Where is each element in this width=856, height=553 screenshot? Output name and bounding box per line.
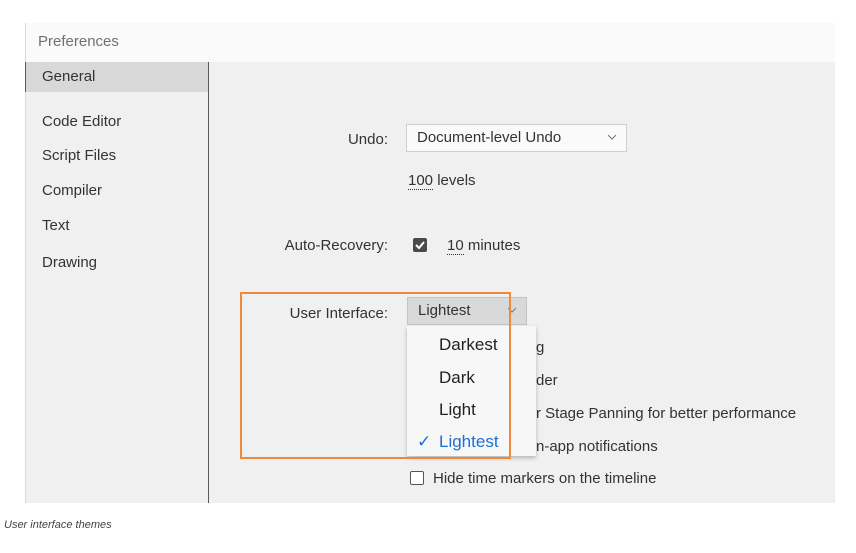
sidebar-item-code-editor[interactable]: Code Editor — [26, 107, 208, 137]
sidebar-item-script-files[interactable]: Script Files — [26, 141, 208, 171]
auto-recovery-checkbox[interactable] — [413, 238, 427, 252]
sidebar-item-label: General — [42, 68, 96, 85]
sidebar: General Code Editor Script Files Compile… — [25, 62, 209, 503]
sidebar-item-drawing[interactable]: Drawing — [26, 248, 208, 278]
undo-levels-number[interactable]: 100 — [408, 172, 434, 190]
option-partial-1: g — [536, 339, 545, 356]
auto-recovery-value: 10 minutes — [447, 237, 521, 255]
undo-label: Undo: — [347, 131, 388, 148]
sidebar-item-label: Script Files — [42, 147, 117, 164]
sidebar-item-label: Code Editor — [42, 113, 122, 130]
auto-recovery-suffix: minutes — [463, 237, 521, 254]
auto-recovery-label: Auto-Recovery: — [284, 237, 388, 254]
undo-levels-suffix: levels — [433, 172, 476, 189]
user-interface-highlight-box — [240, 292, 511, 459]
title-bar: Preferences — [26, 23, 835, 62]
sidebar-item-label: Text — [42, 217, 70, 234]
auto-recovery-number[interactable]: 10 — [447, 237, 464, 255]
checkmark-icon — [415, 241, 425, 250]
hide-time-markers-checkbox[interactable] — [410, 471, 424, 485]
option-partial-2: der — [536, 372, 558, 389]
sidebar-item-text[interactable]: Text — [26, 211, 208, 241]
option-partial-3: r Stage Panning for better performance — [536, 405, 797, 422]
sidebar-item-general[interactable]: General — [26, 62, 208, 92]
option-partial-4: n-app notifications — [536, 438, 658, 455]
hide-time-markers-label: Hide time markers on the timeline — [433, 470, 657, 487]
sidebar-item-label: Compiler — [42, 182, 103, 199]
sidebar-item-label: Drawing — [42, 254, 98, 271]
chevron-down-icon — [608, 134, 616, 140]
undo-levels: 100 levels — [408, 172, 476, 190]
undo-select[interactable]: Document-level Undo — [406, 124, 627, 152]
window-title: Preferences — [38, 33, 119, 50]
undo-select-value: Document-level Undo — [417, 129, 562, 146]
sidebar-item-compiler[interactable]: Compiler — [26, 176, 208, 206]
figure-caption: User interface themes — [4, 519, 112, 531]
